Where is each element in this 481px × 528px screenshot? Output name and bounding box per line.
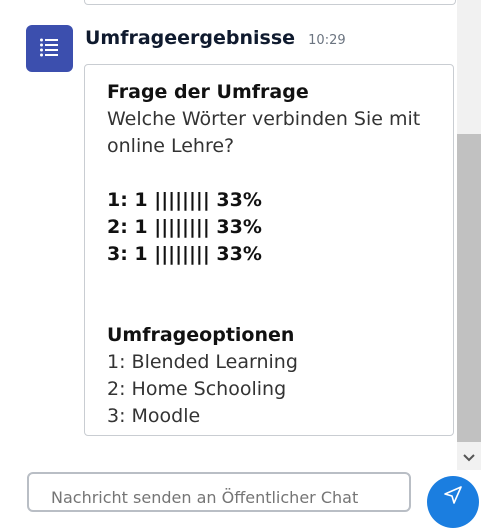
message-header: Umfrageergebnisse 10:29 — [85, 27, 346, 49]
poll-option-item: 2: Home Schooling — [107, 378, 287, 400]
poll-option-item: 3: Moodle — [107, 405, 201, 427]
poll-options-heading: Umfrageoptionen — [107, 324, 295, 346]
message-input[interactable] — [51, 488, 409, 507]
poll-option-item: 1: Blended Learning — [107, 351, 298, 373]
chevron-down-icon — [463, 447, 475, 466]
poll-results-card: Frage der Umfrage Welche Wörter verbinde… — [84, 64, 454, 436]
message-timestamp: 10:29 — [308, 33, 346, 48]
avatar — [26, 25, 73, 72]
message-composer[interactable] — [27, 472, 411, 512]
poll-list-icon — [39, 37, 61, 61]
poll-question-text: online Lehre? — [107, 135, 235, 157]
poll-result-row: 1: 1 |||||||| 33% — [107, 189, 262, 211]
sender-name: Umfrageergebnisse — [85, 27, 296, 49]
poll-result-row: 2: 1 |||||||| 33% — [107, 216, 262, 238]
chat-scrollbar[interactable] — [457, 0, 481, 470]
poll-question-text: Welche Wörter verbinden Sie mit — [107, 108, 421, 130]
scrollbar-thumb[interactable] — [457, 134, 481, 442]
scroll-down-arrow[interactable] — [457, 446, 481, 466]
previous-message-card — [84, 0, 456, 5]
poll-result-row: 3: 1 |||||||| 33% — [107, 243, 262, 265]
send-button[interactable] — [427, 476, 479, 528]
send-icon — [444, 486, 462, 508]
poll-question-heading: Frage der Umfrage — [107, 81, 309, 103]
